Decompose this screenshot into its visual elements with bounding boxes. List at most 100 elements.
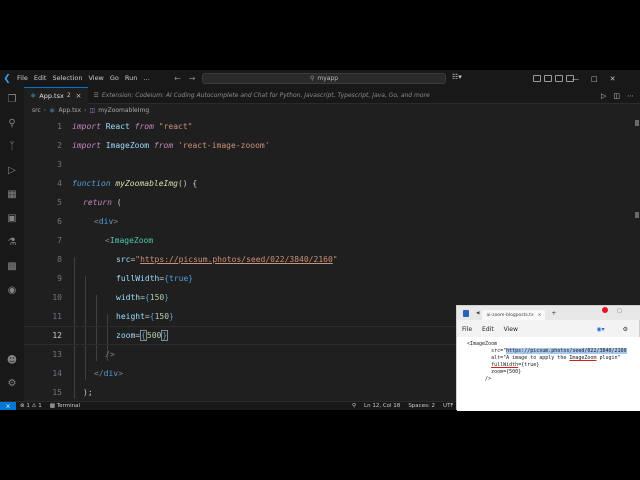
np-text: ={true} — [518, 362, 540, 368]
np-spellcheck-word: ImageZoom — [569, 355, 597, 361]
np-line: fullWidth={true} — [467, 362, 539, 368]
breadcrumb-file[interactable]: App.tsx — [58, 107, 81, 114]
notepad-maximize-icon[interactable]: □ — [617, 308, 622, 314]
toggle-sidebar-icon[interactable] — [533, 75, 541, 82]
code-text: height={150} — [116, 312, 174, 321]
keyword: import — [72, 122, 101, 131]
layout-controls — [533, 70, 574, 87]
remote-explorer-icon[interactable]: ▣ — [4, 211, 20, 225]
line-number: 8 — [57, 255, 62, 264]
np-menu-edit[interactable]: Edit — [477, 326, 499, 333]
errors-count: ⊗ 1 — [20, 403, 30, 409]
tab-close-icon[interactable]: × — [76, 92, 82, 100]
component-name: ImageZoom — [109, 236, 154, 245]
brace: } — [188, 274, 194, 283]
np-spellcheck-word: fullWidth — [491, 362, 519, 368]
account-icon[interactable]: ☻ — [4, 353, 20, 367]
breadcrumb-symbol[interactable]: myZoomableImg — [98, 107, 149, 114]
notepad-app-icon — [463, 309, 469, 317]
status-problems[interactable]: ⊗ 1 ⚠ 1 — [16, 403, 46, 409]
minimize-icon[interactable]: — — [572, 75, 579, 83]
new-tab-icon[interactable]: + — [551, 310, 556, 317]
notepad-tab[interactable]: ai-zoom-blogposts.tx × — [482, 310, 546, 320]
run-debug-icon[interactable]: ▷ — [4, 163, 20, 177]
code-line: 7 <ImageZoom — [24, 231, 624, 250]
code-line: 6 <div> — [24, 212, 624, 231]
string-quote: " — [332, 255, 338, 264]
attribute-name: width — [116, 293, 141, 302]
notepad-tab-close-icon[interactable]: × — [538, 313, 542, 318]
search-text: myapp — [317, 75, 339, 82]
line-number: 3 — [57, 160, 62, 169]
remote-indicator-icon[interactable]: ⨯ — [0, 401, 16, 410]
np-line: <ImageZoom — [467, 341, 498, 347]
terminal-icon: ▩ — [49, 403, 55, 409]
tab-app-tsx[interactable]: ⚛ App.tsx 2 × — [24, 86, 88, 104]
code-line: 3 — [24, 155, 624, 174]
code-line: 4 function myZoomableImg() { — [24, 174, 624, 193]
encoding[interactable]: UTF — [443, 403, 454, 409]
np-selected-url: https://picsum.photos/seed/022/3840/2160 — [506, 348, 627, 354]
breadcrumb-folder[interactable]: src — [32, 107, 41, 114]
notepad-window: ◀ ai-zoom-blogposts.tx × + □ File Edit V… — [456, 305, 640, 411]
menu-file[interactable]: File — [14, 70, 31, 87]
notepad-settings-icon[interactable]: ⚙ — [618, 326, 633, 333]
search-icon[interactable]: ⚲ — [4, 116, 20, 130]
codeium-icon[interactable]: ▩ — [4, 259, 20, 273]
chevron-right-icon: › — [84, 107, 87, 114]
menu-run[interactable]: Run — [122, 70, 140, 87]
identifier: ImageZoom — [105, 141, 150, 150]
status-terminal[interactable]: ▩ Terminal — [46, 403, 84, 409]
tab-tools: ▷ ◫ ⋯ — [601, 87, 634, 104]
maximize-icon[interactable]: □ — [591, 75, 598, 83]
tag-bracket: </ — [94, 369, 104, 378]
line-number: 2 — [57, 141, 62, 150]
tab-extension-info[interactable]: ☰ Extension: Codeium: AI Coding Autocomp… — [88, 92, 430, 99]
command-center-search[interactable]: ⚲ myapp — [202, 73, 446, 84]
notepad-tab-name: ai-zoom-blogposts.tx — [486, 312, 534, 318]
np-text: src=" — [467, 348, 507, 354]
docker-icon[interactable]: ◉ — [4, 283, 20, 297]
extensions-icon[interactable]: ▦ — [4, 187, 20, 201]
number-literal: 150 — [154, 312, 170, 321]
np-menu-view[interactable]: View — [499, 326, 523, 333]
tsx-file-icon: ⚛ — [30, 91, 37, 100]
brace: } — [169, 312, 174, 321]
code-text: /> — [105, 350, 115, 359]
url-link[interactable]: https://picsum.photos/seed/022/3840/2160 — [140, 255, 333, 264]
np-menu-file[interactable]: File — [457, 326, 477, 333]
copilot-icon[interactable]: ☷▾ — [452, 73, 462, 81]
menu-view[interactable]: View — [85, 70, 106, 87]
toggle-panel-icon[interactable] — [544, 75, 552, 82]
notepad-text-area[interactable]: <ImageZoom src="https://picsum.photos/se… — [457, 337, 640, 411]
menu-selection[interactable]: Selection — [49, 70, 85, 87]
attribute-name: zoom — [116, 331, 136, 340]
chevron-right-icon: › — [43, 107, 47, 114]
copilot-icon[interactable]: ◉▾ — [591, 326, 609, 333]
keyword: from — [134, 122, 154, 131]
back-arrow-icon[interactable]: ← — [174, 74, 181, 83]
line-number: 13 — [52, 350, 62, 359]
toggle-secondary-sidebar-icon[interactable] — [555, 75, 563, 82]
explorer-icon[interactable]: ❐ — [4, 92, 20, 106]
zoom-icon[interactable]: ⚲ — [352, 403, 356, 409]
source-control-icon[interactable]: ᛉ — [4, 139, 20, 153]
code-text: <ImageZoom — [105, 236, 153, 245]
code-line: 2 import ImageZoom from 'react-image-zoo… — [24, 136, 624, 155]
close-icon[interactable]: ✕ — [610, 75, 616, 83]
tabs-back-icon[interactable]: ◀ — [476, 311, 479, 316]
split-editor-icon[interactable]: ◫ — [613, 92, 620, 100]
menu-go[interactable]: Go — [107, 70, 122, 87]
menu-edit[interactable]: Edit — [31, 70, 50, 87]
testing-icon[interactable]: ⚗ — [4, 235, 20, 249]
forward-arrow-icon[interactable]: → — [189, 74, 196, 83]
keyword: from — [153, 141, 174, 150]
run-icon[interactable]: ▷ — [601, 92, 606, 100]
search-icon: ⚲ — [309, 75, 315, 82]
menu-more[interactable]: … — [140, 70, 153, 87]
brace-match: { — [140, 330, 147, 341]
more-actions-icon[interactable]: ⋯ — [627, 92, 634, 100]
cursor-position[interactable]: Ln 12, Col 18 — [364, 403, 400, 409]
indentation[interactable]: Spaces: 2 — [408, 403, 435, 409]
settings-gear-icon[interactable]: ⚙ — [4, 376, 20, 390]
